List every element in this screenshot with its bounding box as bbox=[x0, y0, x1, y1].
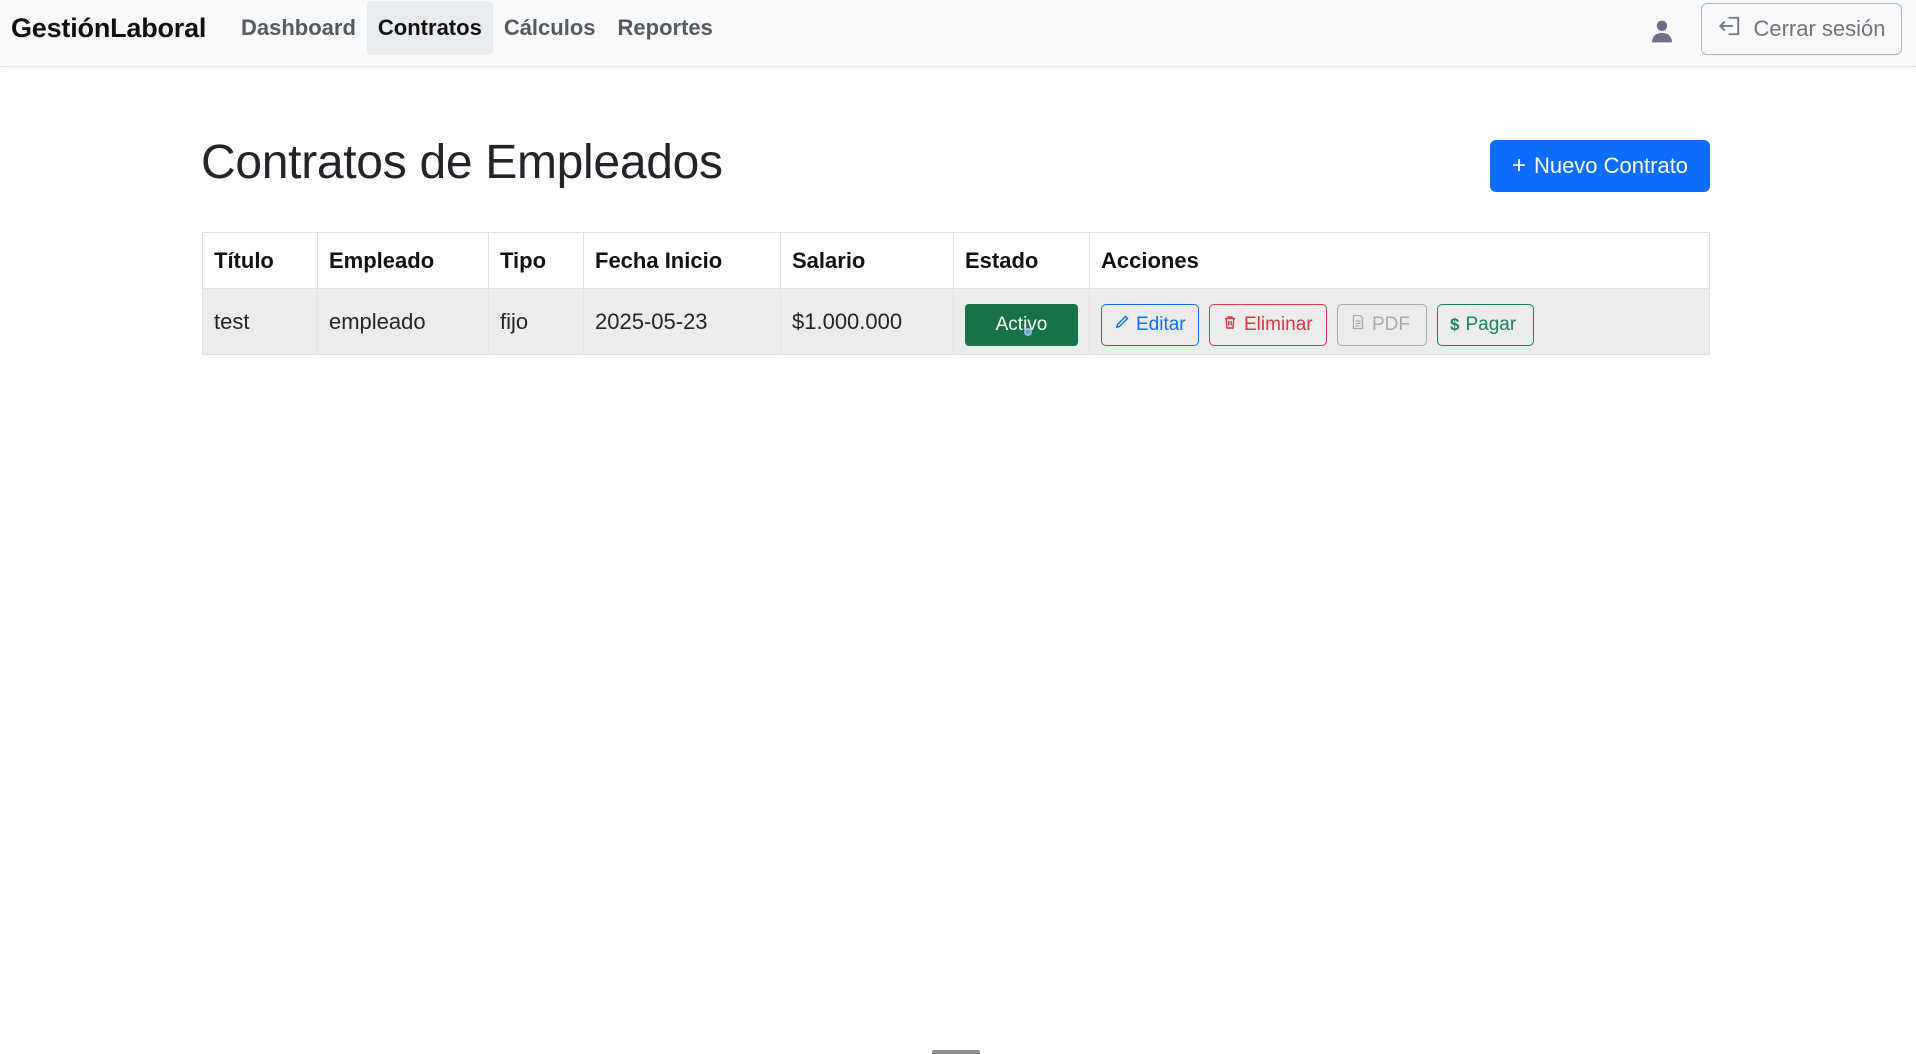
delete-button[interactable]: Eliminar bbox=[1209, 303, 1327, 346]
dollar-icon: $ bbox=[1450, 314, 1460, 334]
pdf-button[interactable]: PDF bbox=[1337, 303, 1427, 346]
nav-link-contratos[interactable]: Contratos bbox=[366, 1, 493, 55]
nav-link-calculos[interactable]: Cálculos bbox=[493, 1, 607, 55]
top-navbar: GestiónLaboral Dashboard Contratos Cálcu… bbox=[0, 0, 1916, 67]
mouse-cursor bbox=[1024, 327, 1032, 336]
header-fecha-inicio: Fecha Inicio bbox=[583, 232, 781, 289]
new-contract-label: Nuevo Contrato bbox=[1533, 153, 1689, 178]
user-icon[interactable] bbox=[1649, 18, 1675, 44]
trash-icon bbox=[1222, 314, 1238, 336]
logout-label: Cerrar sesión bbox=[1753, 16, 1886, 41]
plus-icon: + bbox=[1511, 152, 1526, 179]
logout-icon bbox=[1717, 14, 1743, 44]
nav-link-dashboard[interactable]: Dashboard bbox=[230, 1, 367, 55]
header-estado: Estado bbox=[953, 232, 1090, 289]
header-tipo: Tipo bbox=[488, 232, 584, 289]
cell-salario: $1.000.000 bbox=[780, 288, 954, 355]
cell-acciones: Editar Eliminar PDF $ Pagar bbox=[1089, 288, 1710, 355]
header-empleado: Empleado bbox=[317, 232, 489, 289]
file-icon bbox=[1350, 314, 1366, 336]
header-titulo: Título bbox=[202, 232, 318, 289]
new-contract-button[interactable]: + Nuevo Contrato bbox=[1490, 140, 1710, 192]
resize-handle[interactable] bbox=[932, 1050, 980, 1054]
header-salario: Salario bbox=[780, 232, 954, 289]
nav-links: Dashboard Contratos Cálculos Reportes bbox=[230, 0, 724, 56]
cell-titulo: test bbox=[202, 288, 318, 355]
edit-button[interactable]: Editar bbox=[1101, 303, 1199, 346]
logout-button[interactable]: Cerrar sesión bbox=[1701, 3, 1902, 55]
delete-label: Eliminar bbox=[1244, 313, 1313, 335]
contracts-table: Título Empleado Tipo Fecha Inicio Salari… bbox=[202, 232, 1710, 355]
header-acciones: Acciones bbox=[1089, 232, 1710, 289]
status-label: Activo bbox=[995, 313, 1048, 335]
nav-link-reportes[interactable]: Reportes bbox=[607, 1, 724, 55]
pay-button[interactable]: $ Pagar bbox=[1437, 303, 1534, 346]
brand-logo[interactable]: GestiónLaboral bbox=[11, 13, 206, 44]
cell-estado: Activo bbox=[953, 288, 1090, 355]
table-row: test empleado fijo 2025-05-23 $1.000.000… bbox=[202, 288, 1710, 355]
pencil-icon bbox=[1114, 314, 1130, 336]
cell-empleado: empleado bbox=[317, 288, 489, 355]
page-title: Contratos de Empleados bbox=[201, 136, 723, 189]
cell-tipo: fijo bbox=[488, 288, 584, 355]
row-actions: Editar Eliminar PDF $ Pagar bbox=[1101, 303, 1698, 346]
status-toggle-button[interactable]: Activo bbox=[965, 303, 1078, 346]
table-header-row: Título Empleado Tipo Fecha Inicio Salari… bbox=[202, 232, 1710, 289]
pay-label: Pagar bbox=[1465, 313, 1517, 335]
pdf-label: PDF bbox=[1372, 313, 1410, 335]
cell-fecha-inicio: 2025-05-23 bbox=[583, 288, 781, 355]
edit-label: Editar bbox=[1136, 313, 1186, 335]
